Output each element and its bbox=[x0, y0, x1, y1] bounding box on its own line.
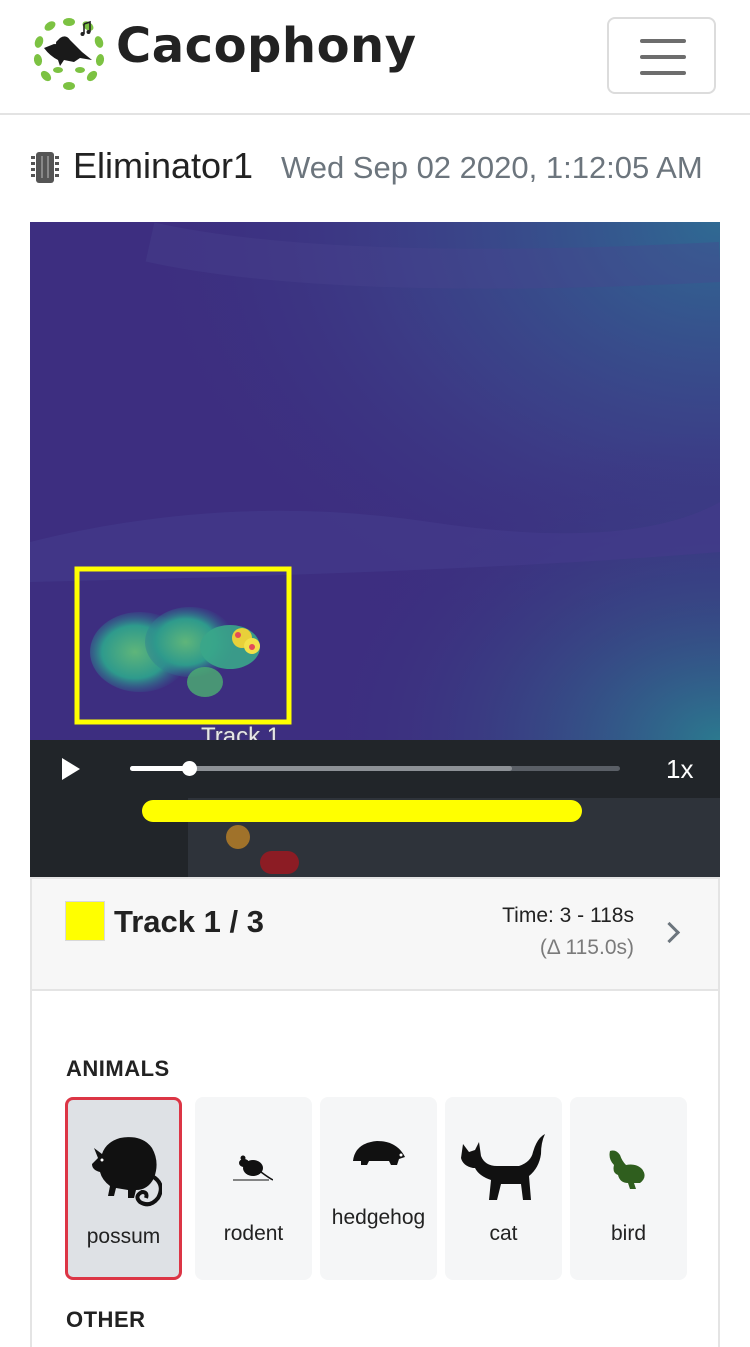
animals-heading: ANIMALS bbox=[66, 1056, 170, 1081]
tag-label-bird: bird bbox=[610, 1222, 647, 1245]
hamburger-icon bbox=[640, 39, 686, 43]
navbar: Cacophony bbox=[0, 0, 750, 115]
player-controls: 1x bbox=[30, 740, 720, 798]
other-heading: OTHER bbox=[66, 1307, 146, 1332]
track-color-swatch bbox=[65, 901, 105, 941]
brand-name[interactable]: Cacophony bbox=[116, 18, 417, 74]
hamburger-icon-line bbox=[640, 55, 686, 59]
recording-datetime: Wed Sep 02 2020, 1:12:05 AM bbox=[281, 150, 703, 185]
rodent-icon bbox=[233, 1155, 273, 1181]
bird-icon bbox=[609, 1150, 645, 1189]
seek-progress bbox=[130, 766, 189, 771]
timeline-track-1[interactable] bbox=[142, 800, 582, 822]
tag-label-hedgehog: hedgehog bbox=[331, 1206, 426, 1229]
track-time: Time: 3 - 118s bbox=[502, 904, 634, 927]
possum-icon bbox=[92, 1137, 162, 1207]
menu-toggle-button[interactable] bbox=[607, 17, 716, 94]
chevron-right-icon[interactable] bbox=[658, 921, 681, 944]
timeline-track-3[interactable] bbox=[260, 851, 299, 874]
playback-speed-button[interactable]: 1x bbox=[666, 754, 693, 785]
thermal-frame bbox=[30, 222, 720, 742]
seek-thumb[interactable] bbox=[181, 761, 197, 776]
tag-button-bird[interactable]: bird bbox=[570, 1097, 687, 1280]
tag-button-cat[interactable]: cat bbox=[445, 1097, 562, 1280]
track-title: Track 1 / 3 bbox=[114, 904, 264, 939]
tag-label-rodent: rodent bbox=[223, 1222, 284, 1245]
hedgehog-icon bbox=[353, 1141, 405, 1165]
track-duration: (Δ 115.0s) bbox=[539, 936, 634, 959]
tag-button-possum[interactable]: possum bbox=[65, 1097, 182, 1280]
tracks-timeline[interactable] bbox=[30, 798, 720, 878]
thermal-video-canvas[interactable] bbox=[30, 222, 720, 742]
microchip-icon bbox=[31, 152, 59, 183]
seek-slider[interactable] bbox=[130, 761, 620, 776]
device-name[interactable]: Eliminator1 bbox=[73, 145, 253, 187]
tag-button-rodent[interactable]: rodent bbox=[195, 1097, 312, 1280]
cacophony-logo-icon[interactable] bbox=[30, 14, 108, 92]
tag-label-cat: cat bbox=[489, 1222, 518, 1245]
cat-icon bbox=[461, 1134, 545, 1200]
play-icon[interactable] bbox=[62, 758, 80, 780]
hamburger-icon-line bbox=[640, 71, 686, 75]
track-card: Track 1 / 3 Time: 3 - 118s (Δ 115.0s) AN… bbox=[30, 877, 720, 1347]
timeline-track-2[interactable] bbox=[226, 825, 250, 849]
tag-label-possum: possum bbox=[86, 1225, 161, 1248]
track-card-header[interactable]: Track 1 / 3 Time: 3 - 118s (Δ 115.0s) bbox=[32, 879, 718, 991]
tag-button-hedgehog[interactable]: hedgehog bbox=[320, 1097, 437, 1280]
